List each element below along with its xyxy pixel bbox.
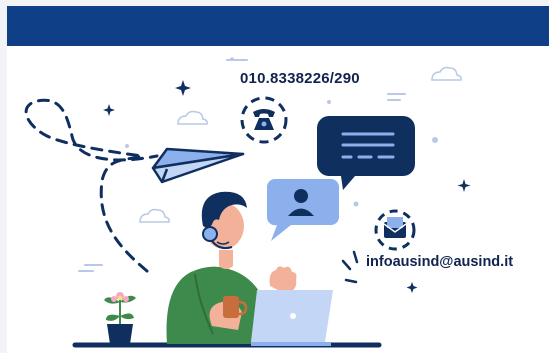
- chat-bubble-icon: [317, 116, 415, 190]
- user-profile-icon: [266, 179, 339, 241]
- dashed-flight-path: [24, 98, 159, 273]
- illustration-canvas: [24, 57, 471, 348]
- banner-frame: 010.8338226/290 infoausind@ausind.it: [7, 6, 549, 353]
- header-bar: [7, 6, 549, 46]
- phone-number[interactable]: 010.8338226/290: [240, 70, 360, 87]
- email-address[interactable]: infoausind@ausind.it: [366, 254, 513, 270]
- plant-icon: [104, 292, 136, 344]
- telephone-icon: [240, 96, 288, 144]
- paper-plane-icon: [151, 147, 245, 184]
- contact-illustration: 010.8338226/290 infoausind@ausind.it: [7, 46, 549, 353]
- laptop-icon: [251, 290, 333, 346]
- envelope-icon: [374, 209, 416, 251]
